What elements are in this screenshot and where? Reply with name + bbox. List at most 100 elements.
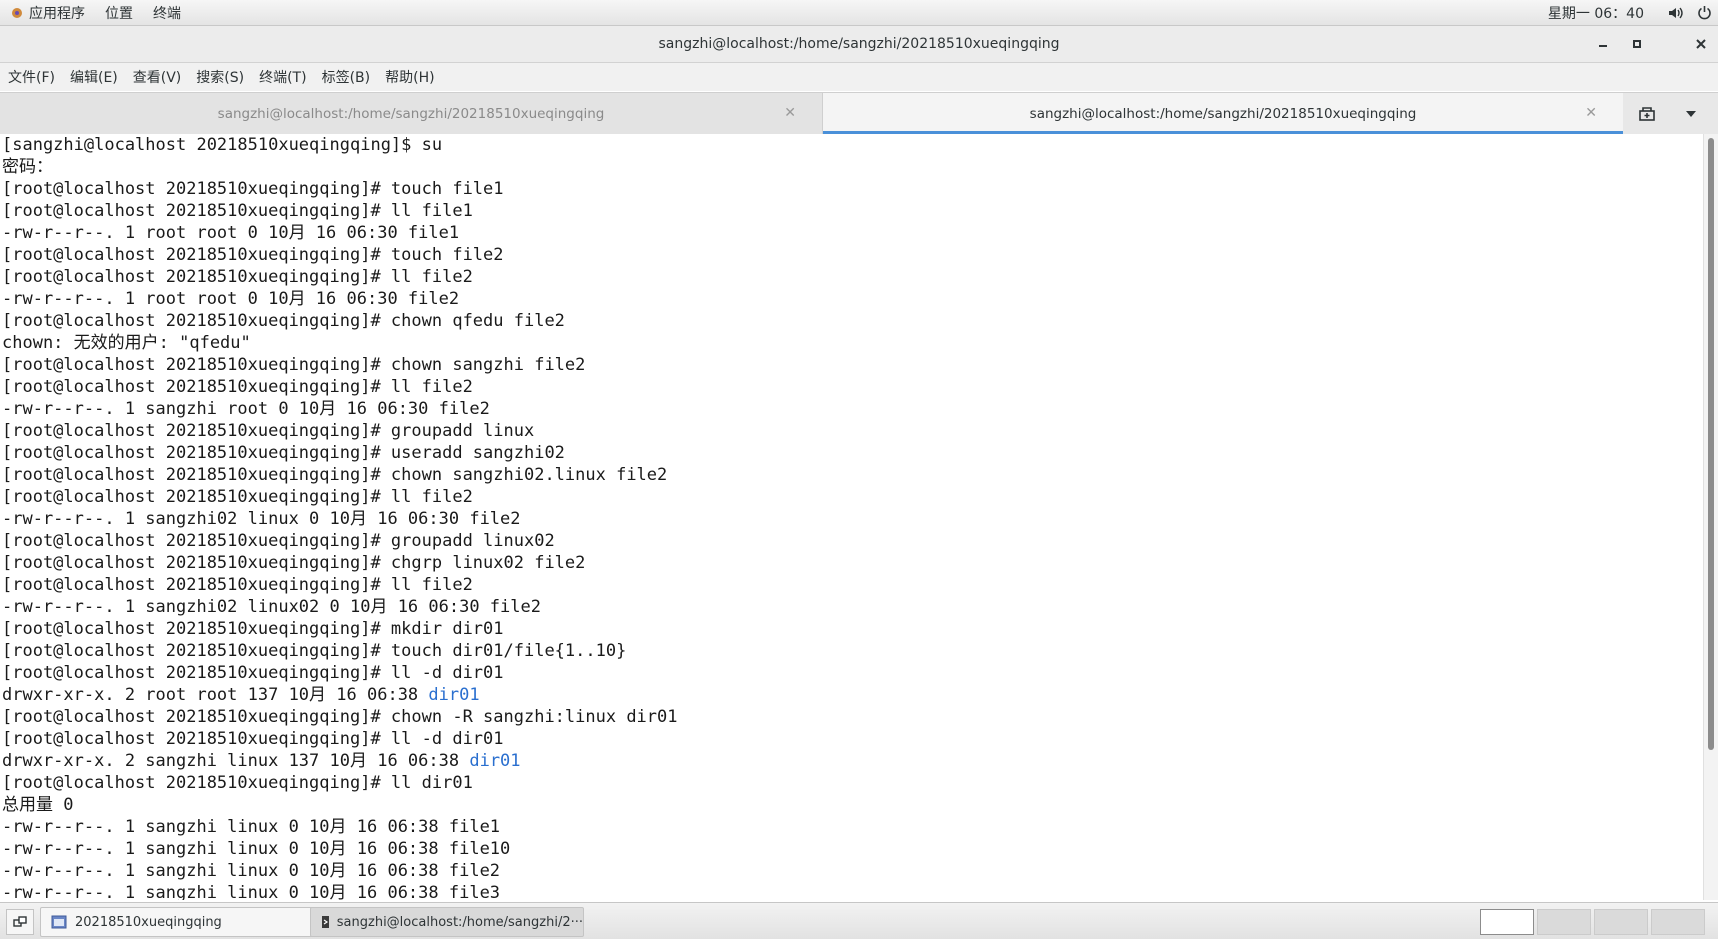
terminal-line-text: [root@localhost 20218510xueqingqing]# ll… <box>2 773 473 793</box>
terminal-line-text: -rw-r--r--. 1 root root 0 10月 16 06:30 f… <box>2 289 460 309</box>
terminal-line: [root@localhost 20218510xueqingqing]# us… <box>0 442 1704 464</box>
terminal-app-menu[interactable]: 终端 <box>143 3 191 23</box>
terminal-line-text: drwxr-xr-x. 2 root root 137 10月 16 06:38 <box>2 685 429 705</box>
terminal-line-text: -rw-r--r--. 1 sangzhi linux 0 10月 16 06:… <box>2 817 501 837</box>
terminal-line-text: [root@localhost 20218510xueqingqing]# ch… <box>2 355 586 375</box>
applications-menu[interactable]: 应用程序 <box>0 3 95 23</box>
terminal-line: [root@localhost 20218510xueqingqing]# ll… <box>0 662 1704 684</box>
terminal-line: [root@localhost 20218510xueqingqing]# to… <box>0 178 1704 200</box>
terminal-line: -rw-r--r--. 1 sangzhi02 linux 0 10月 16 0… <box>0 508 1704 530</box>
terminal-line: [root@localhost 20218510xueqingqing]# ll… <box>0 486 1704 508</box>
terminal-line: -rw-r--r--. 1 sangzhi linux 0 10月 16 06:… <box>0 882 1704 900</box>
terminal-line: [root@localhost 20218510xueqingqing]# ll… <box>0 772 1704 794</box>
terminal-line: -rw-r--r--. 1 sangzhi02 linux02 0 10月 16… <box>0 596 1704 618</box>
terminal-line-text: 密码： <box>2 157 53 177</box>
terminal-line-text: [root@localhost 20218510xueqingqing]# ll… <box>2 201 473 221</box>
terminal-line: -rw-r--r--. 1 sangzhi linux 0 10月 16 06:… <box>0 860 1704 882</box>
minimize-button[interactable] <box>1586 26 1620 62</box>
volume-icon[interactable] <box>1662 6 1690 20</box>
terminal-line-text: [root@localhost 20218510xueqingqing]# ll… <box>2 377 473 397</box>
directory-name: dir01 <box>469 751 521 771</box>
terminal-line-text: [sangzhi@localhost 20218510xueqingqing]$… <box>2 135 443 155</box>
top-panel: 应用程序 位置 终端 星期一 06：40 <box>0 0 1718 26</box>
terminal-line: [root@localhost 20218510xueqingqing]# to… <box>0 640 1704 662</box>
terminal-line: -rw-r--r--. 1 root root 0 10月 16 06:30 f… <box>0 222 1704 244</box>
terminal-line-text: [root@localhost 20218510xueqingqing]# ch… <box>2 311 565 331</box>
terminal-line-text: [root@localhost 20218510xueqingqing]# ch… <box>2 553 586 573</box>
scrollbar-thumb[interactable] <box>1708 138 1714 750</box>
new-tab-button[interactable] <box>1623 106 1671 122</box>
workspace-1[interactable] <box>1480 909 1534 935</box>
terminal-line-text: 总用量 0 <box>2 795 74 815</box>
terminal-line: [root@localhost 20218510xueqingqing]# ll… <box>0 376 1704 398</box>
terminal-line: [root@localhost 20218510xueqingqing]# ch… <box>0 464 1704 486</box>
terminal-line-text: drwxr-xr-x. 2 sangzhi linux 137 10月 16 0… <box>2 751 470 771</box>
tab-menu-button[interactable] <box>1671 110 1711 118</box>
clock[interactable]: 星期一 06：40 <box>1548 3 1662 23</box>
terminal-line: 总用量 0 <box>0 794 1704 816</box>
terminal-line-text: [root@localhost 20218510xueqingqing]# ch… <box>2 465 668 485</box>
terminal-line-text: [root@localhost 20218510xueqingqing]# ll… <box>2 729 504 749</box>
power-icon[interactable] <box>1690 5 1718 20</box>
places-label: 位置 <box>105 5 133 22</box>
terminal-line: [root@localhost 20218510xueqingqing]# mk… <box>0 618 1704 640</box>
terminal-app-label: 终端 <box>153 5 181 22</box>
tab-close-icon[interactable]: ✕ <box>1585 105 1597 121</box>
terminal-line-text: [root@localhost 20218510xueqingqing]# to… <box>2 641 627 661</box>
terminal-line: [root@localhost 20218510xueqingqing]# ch… <box>0 354 1704 376</box>
tab-1[interactable]: sangzhi@localhost:/home/sangzhi/20218510… <box>0 93 823 134</box>
menu-terminal[interactable]: 终端(T) <box>251 67 313 87</box>
terminal-line-text: -rw-r--r--. 1 root root 0 10月 16 06:30 f… <box>2 223 460 243</box>
workspace-3[interactable] <box>1594 909 1648 935</box>
folder-window-icon <box>51 915 67 929</box>
taskbar-item-terminal[interactable]: sangzhi@localhost:/home/sangzhi/2··· <box>310 907 584 937</box>
places-menu[interactable]: 位置 <box>95 3 143 23</box>
terminal-line-text: -rw-r--r--. 1 sangzhi root 0 10月 16 06:3… <box>2 399 490 419</box>
close-button[interactable] <box>1684 26 1718 62</box>
workspace-4[interactable] <box>1651 909 1705 935</box>
taskbar-item-label: 20218510xueqingqing <box>75 914 222 930</box>
menu-tabs[interactable]: 标签(B) <box>314 67 378 87</box>
terminal-line-text: [root@localhost 20218510xueqingqing]# to… <box>2 245 504 265</box>
show-desktop-button[interactable] <box>6 909 34 935</box>
close-icon <box>1696 39 1706 49</box>
menu-help[interactable]: 帮助(H) <box>377 67 441 87</box>
terminal-line: [sangzhi@localhost 20218510xueqingqing]$… <box>0 134 1704 156</box>
menu-search[interactable]: 搜索(S) <box>188 67 251 87</box>
maximize-button[interactable] <box>1620 26 1654 62</box>
menu-edit[interactable]: 编辑(E) <box>62 67 125 87</box>
show-desktop-icon <box>13 916 27 927</box>
terminal-output[interactable]: [sangzhi@localhost 20218510xueqingqing]$… <box>0 134 1704 900</box>
directory-name: dir01 <box>428 685 480 705</box>
terminal-line: [root@localhost 20218510xueqingqing]# gr… <box>0 530 1704 552</box>
chevron-down-icon <box>1686 110 1696 117</box>
terminal-line: [root@localhost 20218510xueqingqing]# to… <box>0 244 1704 266</box>
tab-close-icon[interactable]: ✕ <box>784 105 796 121</box>
new-tab-icon <box>1639 106 1655 121</box>
window-title: sangzhi@localhost:/home/sangzhi/20218510… <box>658 36 1060 52</box>
menu-bar: 文件(F) 编辑(E) 查看(V) 搜索(S) 终端(T) 标签(B) 帮助(H… <box>0 63 1718 91</box>
tab-2[interactable]: sangzhi@localhost:/home/sangzhi/20218510… <box>823 93 1623 134</box>
terminal-line: [root@localhost 20218510xueqingqing]# ll… <box>0 266 1704 288</box>
terminal-line: chown: 无效的用户: "qfedu" <box>0 332 1704 354</box>
apps-icon <box>12 7 22 18</box>
terminal-line-text: [root@localhost 20218510xueqingqing]# gr… <box>2 421 535 441</box>
tab-label: sangzhi@localhost:/home/sangzhi/20218510… <box>217 105 605 122</box>
terminal-line: -rw-r--r--. 1 sangzhi root 0 10月 16 06:3… <box>0 398 1704 420</box>
terminal-line: [root@localhost 20218510xueqingqing]# ll… <box>0 574 1704 596</box>
terminal-line: -rw-r--r--. 1 sangzhi linux 0 10月 16 06:… <box>0 816 1704 838</box>
terminal-line: [root@localhost 20218510xueqingqing]# ch… <box>0 706 1704 728</box>
terminal-scrollbar[interactable] <box>1703 134 1718 900</box>
terminal-line-text: [root@localhost 20218510xueqingqing]# us… <box>2 443 565 463</box>
terminal-line-text: [root@localhost 20218510xueqingqing]# ll… <box>2 487 473 507</box>
window-titlebar[interactable]: sangzhi@localhost:/home/sangzhi/20218510… <box>0 26 1718 63</box>
terminal-line: [root@localhost 20218510xueqingqing]# ll… <box>0 728 1704 750</box>
workspace-2[interactable] <box>1537 909 1591 935</box>
menu-file[interactable]: 文件(F) <box>0 67 62 87</box>
terminal-line-text: [root@localhost 20218510xueqingqing]# ll… <box>2 663 504 683</box>
taskbar-item-files[interactable]: 20218510xueqingqing <box>40 907 342 937</box>
tab-bar: sangzhi@localhost:/home/sangzhi/20218510… <box>0 92 1718 135</box>
menu-view[interactable]: 查看(V) <box>125 67 189 87</box>
applications-label: 应用程序 <box>29 5 85 22</box>
terminal-line: drwxr-xr-x. 2 sangzhi linux 137 10月 16 0… <box>0 750 1704 772</box>
